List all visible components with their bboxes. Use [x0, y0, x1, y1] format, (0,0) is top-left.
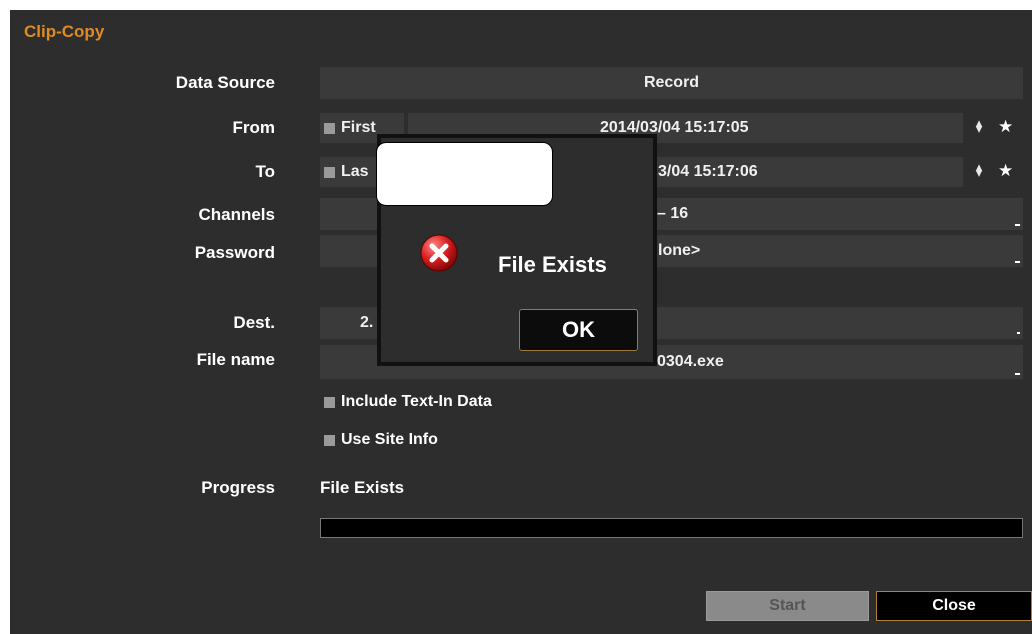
label-to: To [255, 162, 275, 181]
file-name-value: 0304.exe [657, 353, 724, 370]
label-password: Password [194, 243, 275, 262]
ok-button[interactable]: OK [519, 309, 638, 351]
include-text-in-checkbox[interactable]: Include Text-In Data [324, 393, 492, 411]
dropdown-mark [1015, 373, 1020, 375]
checkbox-box [324, 122, 335, 134]
include-text-in-label: Include Text-In Data [341, 393, 492, 410]
to-star-icon[interactable]: ★ [998, 161, 1013, 181]
from-first-label: First [341, 119, 376, 136]
progress-bar [320, 518, 1023, 538]
start-button[interactable]: Start [706, 591, 869, 621]
dropdown-mark [1015, 261, 1020, 263]
error-icon [420, 234, 458, 272]
progress-status: File Exists [320, 478, 405, 497]
checkbox-box [324, 434, 335, 446]
to-spin-icon[interactable]: ▴ ▾ [974, 160, 984, 179]
label-progress: Progress [201, 478, 275, 497]
label-file-name: File name [196, 350, 275, 369]
dropdown-mark [1015, 224, 1020, 226]
dropdown-mark [1017, 332, 1020, 334]
to-datetime-value: 3/04 15:17:06 [658, 163, 758, 180]
data-source-select[interactable]: Record [320, 67, 1023, 99]
dialog-title-area [376, 142, 553, 206]
dialog-message: File Exists [498, 252, 607, 277]
to-last-label: Las [341, 163, 369, 180]
label-from: From [232, 118, 276, 137]
label-dest: Dest. [233, 313, 275, 332]
data-source-value: Record [643, 74, 700, 91]
checkbox-box [324, 396, 335, 408]
channels-value: – 16 [657, 205, 689, 222]
use-site-info-label: Use Site Info [341, 431, 438, 448]
window-title: Clip-Copy [24, 22, 105, 41]
from-spin-icon[interactable]: ▴ ▾ [974, 116, 984, 135]
use-site-info-checkbox[interactable]: Use Site Info [324, 431, 438, 449]
from-star-icon[interactable]: ★ [998, 117, 1013, 137]
checkbox-box [324, 166, 335, 178]
password-value: lone> [658, 242, 701, 259]
close-button[interactable]: Close [876, 591, 1032, 621]
label-data-source: Data Source [175, 73, 275, 92]
label-channels: Channels [198, 205, 275, 224]
